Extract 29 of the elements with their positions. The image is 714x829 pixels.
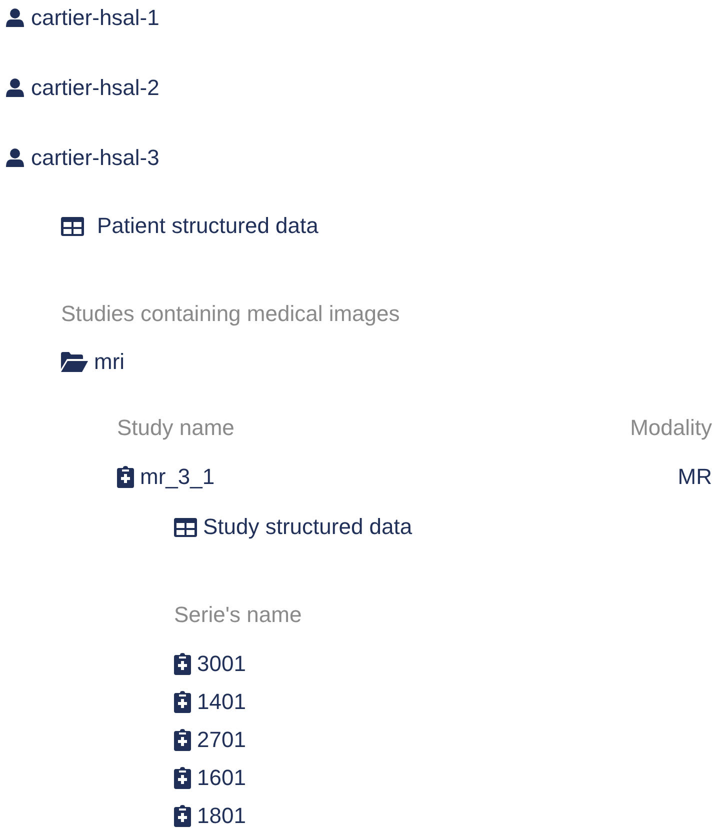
medical-clipboard-icon [117,466,134,488]
medical-clipboard-icon [174,691,191,713]
study-name[interactable]: mr_3_1 [140,459,215,495]
folder-name[interactable]: mri [94,344,125,380]
open-folder-icon [61,352,88,372]
medical-clipboard-icon [174,767,191,789]
user-icon [5,8,25,28]
medical-clipboard-icon [174,805,191,827]
modality-cell-text: MR [678,464,713,490]
medical-clipboard-icon [174,653,191,675]
structured-data-link[interactable]: Patient structured data [97,208,318,244]
column-header: Serie's name [174,601,302,629]
series-name[interactable]: 1601 [197,760,246,796]
patient-name[interactable]: cartier-hsal-1 [31,0,160,36]
column-header: Study name [117,414,236,442]
table-icon [61,216,84,236]
patient-name[interactable]: cartier-hsal-2 [31,70,160,106]
section-heading: Studies containing medical images [61,300,400,328]
series-name[interactable]: 2701 [197,722,246,758]
column-header: Modality [630,414,713,442]
series-name[interactable]: 1401 [197,684,246,720]
table-icon [174,518,197,536]
user-icon [5,78,25,98]
structured-data-link[interactable]: Study structured data [203,509,412,545]
series-name[interactable]: 3001 [197,646,246,682]
patient-name[interactable]: cartier-hsal-3 [31,140,160,176]
user-icon [5,148,25,168]
medical-clipboard-icon [174,729,191,751]
series-name[interactable]: 1801 [197,798,246,829]
